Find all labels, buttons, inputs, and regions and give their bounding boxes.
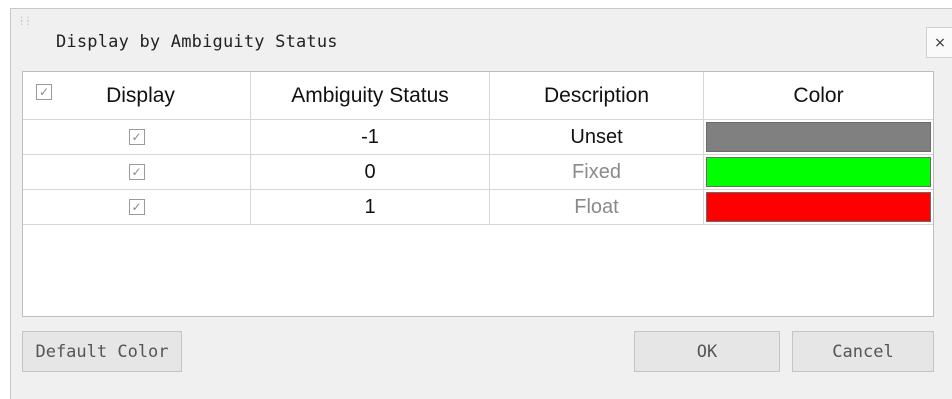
drag-grip-icon[interactable]: :::: <box>19 15 31 29</box>
color-swatch[interactable] <box>706 122 931 152</box>
display-cell: ✓ <box>23 190 251 225</box>
check-icon: ✓ <box>131 130 142 144</box>
close-button[interactable]: × <box>926 27 952 58</box>
description-cell: Unset <box>490 120 704 155</box>
display-cell: ✓ <box>23 155 251 190</box>
status-cell: 1 <box>251 190 490 225</box>
color-cell[interactable] <box>704 155 933 190</box>
column-header-ambiguity-status: Ambiguity Status <box>251 72 490 120</box>
color-cell[interactable] <box>704 120 933 155</box>
column-header-color: Color <box>704 72 933 120</box>
status-cell: -1 <box>251 120 490 155</box>
display-checkbox[interactable]: ✓ <box>128 129 145 145</box>
cancel-button[interactable]: Cancel <box>792 331 934 372</box>
column-header-description: Description <box>490 72 704 120</box>
table-row: ✓ -1 Unset <box>23 120 933 155</box>
display-checkbox[interactable]: ✓ <box>128 199 145 215</box>
status-cell: 0 <box>251 155 490 190</box>
table-row: ✓ 0 Fixed <box>23 155 933 190</box>
header-cell-display: ✓ Display <box>23 72 251 120</box>
dialog-title: Display by Ambiguity Status <box>56 32 338 52</box>
table-header-row: ✓ Display Ambiguity Status Description C… <box>23 72 933 120</box>
column-header-display: Display <box>106 83 175 107</box>
display-checkbox[interactable]: ✓ <box>128 164 145 180</box>
display-cell: ✓ <box>23 120 251 155</box>
check-icon: ✓ <box>38 85 50 99</box>
description-cell: Fixed <box>490 155 704 190</box>
ok-button[interactable]: OK <box>634 331 780 372</box>
check-icon: ✓ <box>131 165 142 179</box>
default-color-button[interactable]: Default Color <box>22 331 182 372</box>
check-icon: ✓ <box>131 200 142 214</box>
select-all-checkbox[interactable]: ✓ <box>36 84 52 100</box>
color-swatch[interactable] <box>706 157 931 187</box>
table-row: ✓ 1 Float <box>23 190 933 225</box>
status-table: ✓ Display Ambiguity Status Description C… <box>22 71 934 317</box>
color-cell[interactable] <box>704 190 933 225</box>
color-swatch[interactable] <box>706 192 931 222</box>
description-cell: Float <box>490 190 704 225</box>
